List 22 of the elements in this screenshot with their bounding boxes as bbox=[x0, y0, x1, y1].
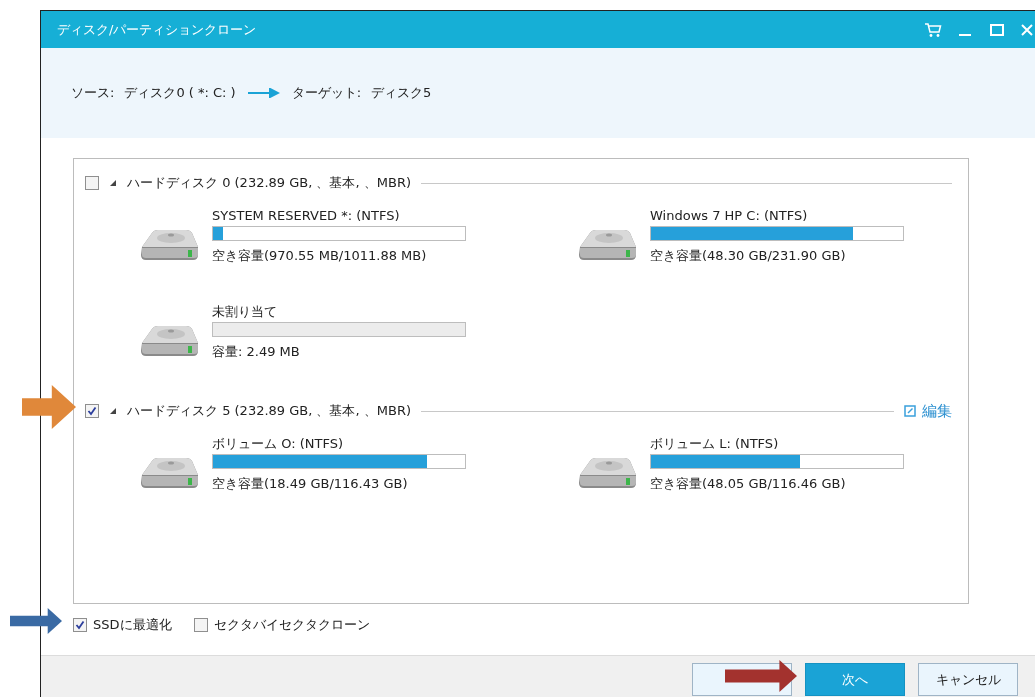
option-label: セクタバイセクタクローン bbox=[213, 616, 370, 635]
window-title: ディスク/パーティションクローン bbox=[57, 20, 258, 39]
target-label: ターゲット: bbox=[291, 84, 362, 103]
dialog-button[interactable]: キャンセル bbox=[918, 663, 1018, 696]
dialog-button[interactable]: 次へ bbox=[805, 663, 905, 696]
partition-capacity: 空き容量(18.49 GB/116.43 GB) bbox=[212, 475, 409, 493]
partition-capacity: 容量: 2.49 MB bbox=[212, 343, 301, 361]
partition-capacity: 空き容量(48.30 GB/231.90 GB) bbox=[650, 247, 847, 265]
partition-name: ボリューム L: (NTFS) bbox=[650, 435, 780, 453]
source-label: ソース: bbox=[71, 84, 115, 103]
option-label: SSDに最適化 bbox=[93, 616, 172, 635]
partition-name: 未割り当て bbox=[212, 303, 278, 321]
partition-name: ボリューム O: (NTFS) bbox=[212, 435, 344, 453]
disk-label: ハードディスク 0 (232.89 GB, 、基本, 、MBR) bbox=[127, 174, 411, 193]
edit-link[interactable]: 編集 bbox=[904, 399, 952, 423]
disk-label: ハードディスク 5 (232.89 GB, 、基本, 、MBR) bbox=[127, 402, 411, 421]
partition-name: Windows 7 HP C: (NTFS) bbox=[650, 207, 809, 225]
target-disk: ディスク5 bbox=[371, 84, 432, 103]
partition-capacity: 空き容量(970.55 MB/1011.88 MB) bbox=[212, 247, 428, 265]
partition-capacity: 空き容量(48.05 GB/116.46 GB) bbox=[650, 475, 847, 493]
partition-name: SYSTEM RESERVED *: (NTFS) bbox=[212, 207, 401, 225]
source-disk: ディスク0 ( *: C: ) bbox=[124, 84, 236, 103]
